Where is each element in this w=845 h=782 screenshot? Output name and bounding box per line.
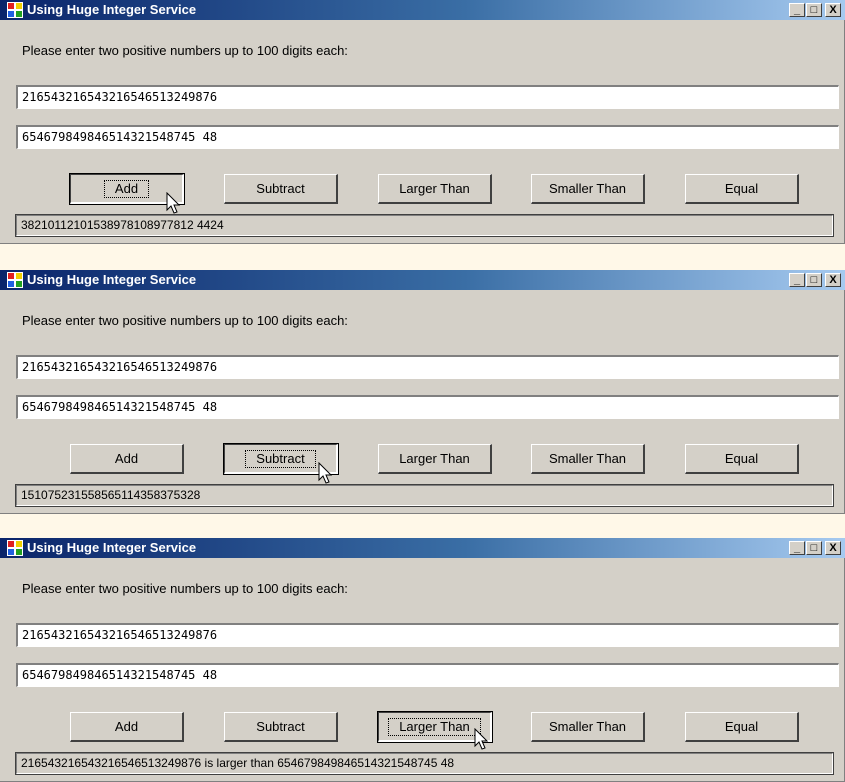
subtract-button[interactable]: Subtract (224, 174, 338, 204)
add-button[interactable]: Add (70, 712, 184, 742)
close-button[interactable]: X (825, 541, 841, 555)
subtract-button-label: Subtract (245, 450, 316, 468)
minimize-icon: _ (793, 4, 801, 16)
add-button-label: Add (103, 180, 150, 198)
mouse-cursor-icon (166, 192, 181, 214)
window-subtract: Using Huge Integer Service _ □ X Please … (0, 270, 845, 514)
mouse-cursor-icon (474, 728, 489, 750)
first-number-input[interactable]: 216543216543216546513249876 (16, 85, 839, 109)
subtract-button[interactable]: Subtract (224, 712, 338, 742)
maximize-button[interactable]: □ (806, 541, 822, 555)
close-button[interactable]: X (825, 273, 841, 287)
first-number-input[interactable]: 216543216543216546513249876 (16, 355, 839, 379)
mouse-cursor-icon (318, 462, 333, 484)
smaller-than-button[interactable]: Smaller Than (531, 444, 645, 474)
maximize-button[interactable]: □ (806, 3, 822, 17)
app-icon (7, 272, 23, 288)
minimize-icon: _ (793, 274, 801, 286)
result-label: 38210112101538978108977812 4424 (15, 214, 834, 237)
equal-button[interactable]: Equal (685, 712, 799, 742)
instructions-label: Please enter two positive numbers up to … (22, 313, 348, 328)
maximize-button[interactable]: □ (806, 273, 822, 287)
title-bar[interactable]: Using Huge Integer Service _ □ X (0, 0, 845, 20)
maximize-icon: □ (810, 274, 818, 286)
result-label: 216543216543216546513249876 is larger th… (15, 752, 834, 775)
first-number-input[interactable]: 216543216543216546513249876 (16, 623, 839, 647)
larger-than-button-label: Larger Than (388, 718, 481, 736)
app-icon (7, 540, 23, 556)
title-bar[interactable]: Using Huge Integer Service _ □ X (0, 270, 845, 290)
minimize-button[interactable]: _ (789, 273, 805, 287)
close-icon: X (829, 274, 837, 286)
result-label: 151075231558565114358375328 (15, 484, 834, 507)
maximize-icon: □ (810, 542, 818, 554)
window-add: Using Huge Integer Service _ □ X Please … (0, 0, 845, 244)
close-button[interactable]: X (825, 3, 841, 17)
larger-than-button[interactable]: Larger Than (378, 444, 492, 474)
window-title: Using Huge Integer Service (27, 2, 197, 17)
close-icon: X (829, 4, 837, 16)
instructions-label: Please enter two positive numbers up to … (22, 581, 348, 596)
second-number-input[interactable]: 654679849846514321548745 48 (16, 663, 839, 687)
add-button[interactable]: Add (70, 444, 184, 474)
second-number-input[interactable]: 654679849846514321548745 48 (16, 125, 839, 149)
app-icon (7, 2, 23, 18)
equal-button[interactable]: Equal (685, 174, 799, 204)
minimize-button[interactable]: _ (789, 541, 805, 555)
close-icon: X (829, 542, 837, 554)
instructions-label: Please enter two positive numbers up to … (22, 43, 348, 58)
smaller-than-button[interactable]: Smaller Than (531, 174, 645, 204)
smaller-than-button[interactable]: Smaller Than (531, 712, 645, 742)
minimize-icon: _ (793, 542, 801, 554)
equal-button[interactable]: Equal (685, 444, 799, 474)
window-title: Using Huge Integer Service (27, 540, 197, 555)
minimize-button[interactable]: _ (789, 3, 805, 17)
window-title: Using Huge Integer Service (27, 272, 197, 287)
second-number-input[interactable]: 654679849846514321548745 48 (16, 395, 839, 419)
title-bar[interactable]: Using Huge Integer Service _ □ X (0, 538, 845, 558)
larger-than-button[interactable]: Larger Than (378, 174, 492, 204)
window-larger-than: Using Huge Integer Service _ □ X Please … (0, 538, 845, 782)
maximize-icon: □ (810, 4, 818, 16)
